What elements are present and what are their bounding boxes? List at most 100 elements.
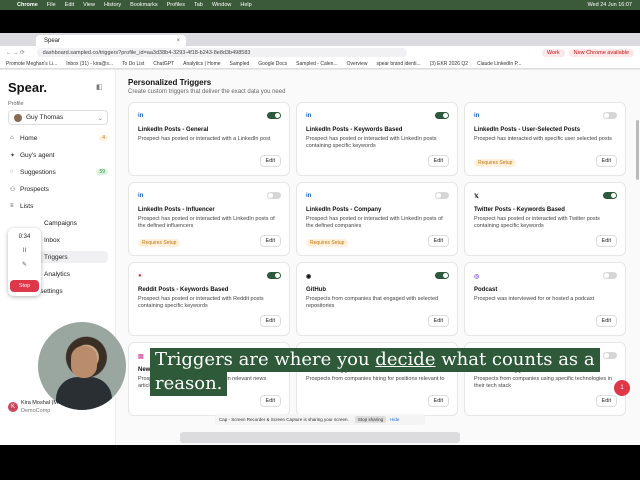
menu-help[interactable]: Help	[240, 2, 251, 8]
bookmark-item[interactable]: spear brand identi...	[376, 61, 420, 67]
caption-line-2: reason.	[150, 372, 228, 396]
bookmark-item[interactable]: Promote Meghan's Li...	[6, 61, 57, 67]
requires-setup-badge: Requires Setup	[474, 159, 517, 167]
trigger-toggle[interactable]	[435, 272, 449, 279]
trigger-source-icon: ●	[138, 273, 142, 279]
webcam-bubble	[38, 322, 126, 410]
bookmark-item[interactable]: (3) EKR 2026 Q2	[430, 61, 468, 67]
menu-edit[interactable]: Edit	[65, 2, 74, 8]
menu-file[interactable]: File	[47, 2, 56, 8]
nav-arrows-icon[interactable]: ← → ⟳	[6, 50, 25, 56]
sidebar-item-label: Suggestions	[20, 168, 56, 176]
trigger-description: Prospect has posted or interacted with L…	[306, 136, 437, 149]
sidebar-item-lists[interactable]: ≡ Lists	[10, 200, 108, 212]
scrollbar[interactable]	[636, 120, 639, 180]
avatar: K	[8, 402, 18, 412]
trigger-toggle[interactable]	[435, 192, 449, 199]
edit-trigger-button[interactable]: Edit	[427, 235, 449, 247]
edit-trigger-button[interactable]: Edit	[427, 315, 449, 327]
caption-line-1: Triggers are where you decide what count…	[150, 348, 600, 372]
edit-trigger-button[interactable]: Edit	[259, 235, 281, 247]
profile-label: Profile	[8, 101, 24, 107]
menu-tab[interactable]: Tab	[194, 2, 203, 8]
edit-trigger-button[interactable]: Edit	[595, 235, 617, 247]
chat-bubble-button[interactable]: 1	[614, 380, 630, 396]
lists-icon: ≡	[10, 203, 14, 209]
edit-trigger-button[interactable]: Edit	[595, 315, 617, 327]
tab-spear[interactable]: Spear ×	[36, 35, 186, 46]
trigger-source-icon: in	[138, 193, 144, 199]
trigger-title: LinkedIn Posts - Keywords Based	[306, 127, 403, 133]
page-title: Personalized Triggers	[128, 78, 212, 87]
trigger-title: LinkedIn Posts - General	[138, 127, 209, 133]
menu-view[interactable]: View	[83, 2, 95, 8]
trigger-toggle[interactable]	[603, 192, 617, 199]
bookmark-item[interactable]: Inbox (31) - kira@s...	[66, 61, 113, 67]
avatar	[14, 113, 22, 122]
trigger-description: Prospect was interviewed for or hosted a…	[474, 296, 595, 302]
edit-trigger-button[interactable]: Edit	[259, 315, 281, 327]
collapse-sidebar-icon[interactable]: ◧	[96, 83, 103, 91]
pen-icon[interactable]: ✎	[8, 261, 41, 268]
bookmark-item[interactable]: To Do List	[122, 61, 144, 67]
profile-work-button[interactable]: Work	[541, 48, 565, 57]
update-chrome-button[interactable]: New Chrome available	[568, 48, 634, 57]
bookmark-item[interactable]: Sampled - Calen...	[296, 61, 337, 67]
bookmark-item[interactable]: Analytics | Home	[183, 61, 220, 67]
bookmark-item[interactable]: Overview	[347, 61, 368, 67]
sidebar-item-agent[interactable]: ✦ Guy's agent	[10, 149, 108, 161]
edit-trigger-button[interactable]: Edit	[259, 395, 281, 407]
edit-trigger-button[interactable]: Edit	[427, 155, 449, 167]
menu-bookmarks[interactable]: Bookmarks	[130, 2, 158, 8]
status-badge: 4	[99, 135, 108, 141]
menu-history[interactable]: History	[104, 2, 121, 8]
edit-trigger-button[interactable]: Edit	[595, 395, 617, 407]
trigger-toggle[interactable]	[603, 112, 617, 119]
bookmark-item[interactable]: Google Docs	[258, 61, 287, 67]
trigger-title: Twitter Posts - Keywords Based	[474, 207, 565, 213]
trigger-toggle[interactable]	[435, 112, 449, 119]
trigger-description: Prospect has posted or interacted with T…	[474, 216, 600, 229]
trigger-toggle[interactable]	[267, 112, 281, 119]
edit-trigger-button[interactable]: Edit	[427, 395, 449, 407]
hide-button[interactable]: Hide	[390, 417, 399, 422]
profile-select[interactable]: Guy Thomas ⌄	[8, 110, 108, 125]
edit-trigger-button[interactable]: Edit	[595, 155, 617, 167]
sidebar-item-label: Triggers	[44, 253, 68, 261]
sidebar-item-home[interactable]: ⌂ Home 4	[10, 132, 108, 144]
menubar-app[interactable]: Chrome	[17, 2, 38, 8]
pause-icon[interactable]: II	[8, 248, 41, 254]
screen-share-bar: Cap - Screen Recorder & Screen Capture i…	[215, 414, 425, 425]
trigger-source-icon: ▤	[138, 354, 144, 360]
trigger-description: Prospect has interacted with specific us…	[474, 136, 612, 142]
spear-logo: Spear.	[8, 80, 48, 95]
trigger-source-icon: in	[306, 193, 312, 199]
stop-sharing-button[interactable]: Stop sharing	[354, 416, 387, 423]
trigger-description: Prospect has posted or interacted with R…	[138, 296, 264, 309]
close-icon[interactable]: ×	[176, 38, 180, 44]
stop-recording-button[interactable]: Stop	[10, 280, 39, 292]
bookmark-item[interactable]: ChatGPT	[153, 61, 174, 67]
page-subtitle: Create custom triggers that deliver the …	[128, 89, 286, 95]
trigger-card: ● Reddit Posts - Keywords Based Prospect h…	[128, 262, 290, 336]
sidebar-item-label: Campaigns	[44, 219, 77, 227]
sidebar-item-prospects[interactable]: ⚇ Prospects	[10, 183, 108, 195]
trigger-toggle[interactable]	[267, 192, 281, 199]
trigger-toggle[interactable]	[603, 352, 617, 359]
menu-profiles[interactable]: Profiles	[167, 2, 185, 8]
share-status-text: Cap - Screen Recorder & Screen Capture i…	[219, 417, 349, 422]
trigger-card: 𝕏 Twitter Posts - Keywords Based Prospect …	[464, 182, 626, 256]
url-input[interactable]: dashboard.sampled.co/triggers?profile_id…	[36, 48, 407, 57]
menu-window[interactable]: Window	[212, 2, 232, 8]
edit-trigger-button[interactable]: Edit	[259, 155, 281, 167]
trigger-source-icon: ◉	[306, 274, 312, 280]
trigger-toggle[interactable]	[267, 272, 281, 279]
sidebar-item-suggestions[interactable]: ◌ Suggestions 59	[10, 166, 108, 178]
bookmark-item[interactable]: Sampled	[230, 61, 250, 67]
caption-text: what counts as a	[435, 349, 595, 370]
bookmark-item[interactable]: Claude LinkedIn P...	[477, 61, 521, 67]
user-company: DemoComp	[21, 408, 51, 414]
trigger-toggle[interactable]	[603, 272, 617, 279]
chevron-down-icon: ⌄	[97, 114, 103, 122]
caption-text: Triggers are where you	[155, 349, 376, 370]
